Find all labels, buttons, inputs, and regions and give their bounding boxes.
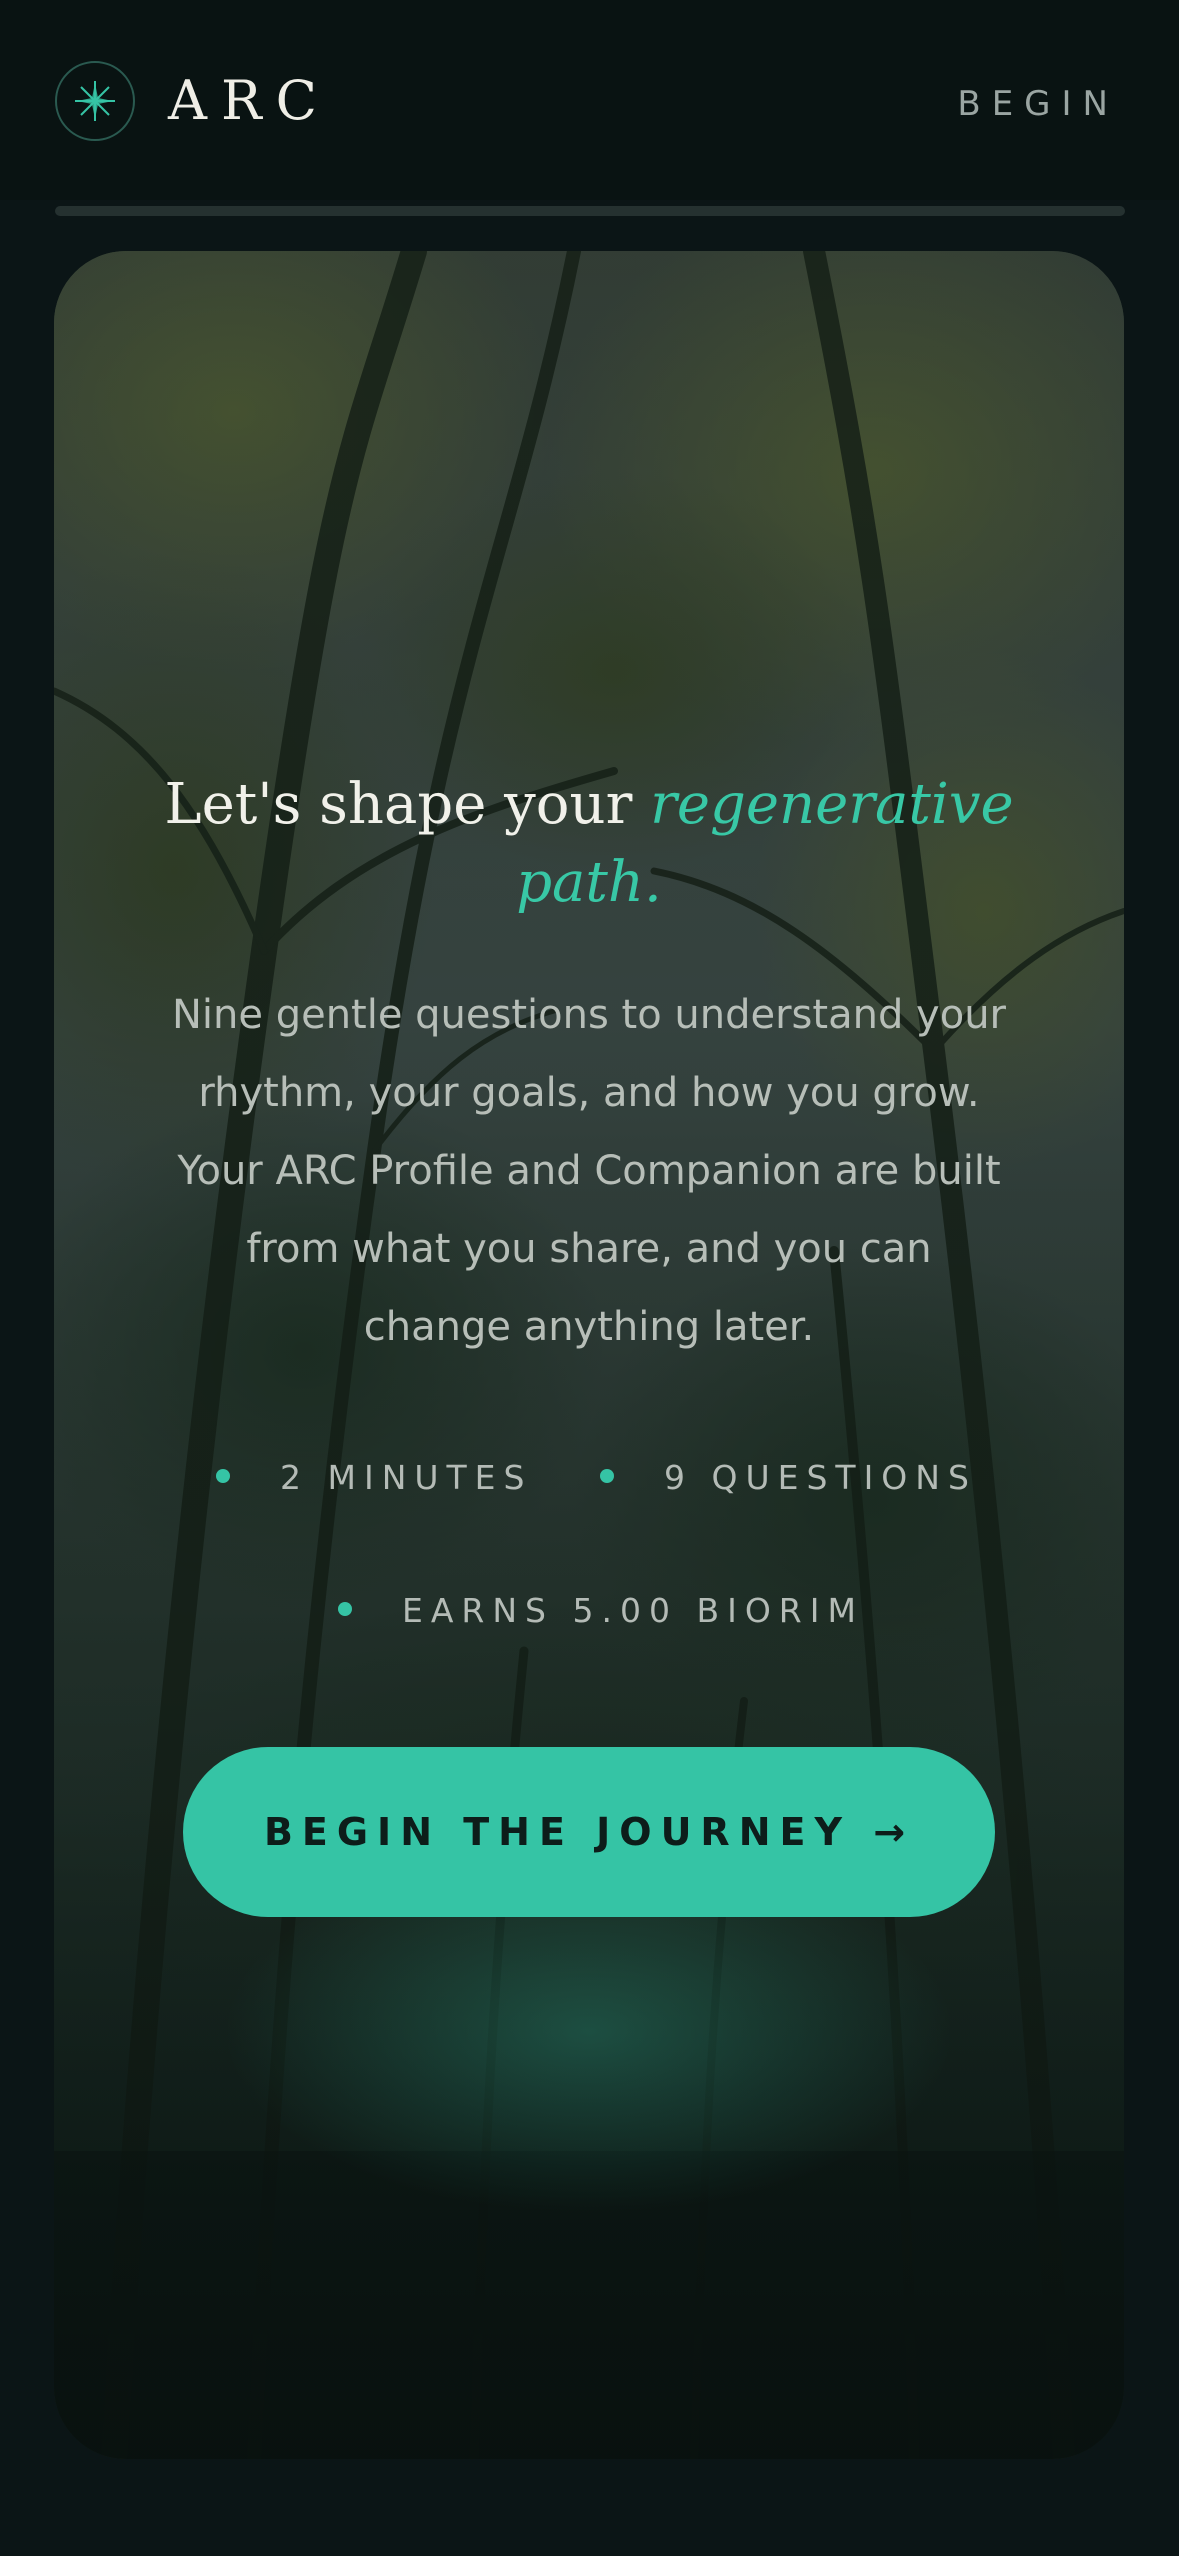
bullet-dot-icon bbox=[600, 1468, 614, 1483]
meta-questions: 9 QUESTIONS bbox=[600, 1456, 977, 1500]
meta-duration: 2 MINUTES bbox=[216, 1456, 533, 1500]
bullet-dot-icon bbox=[338, 1601, 352, 1616]
hero-content: Let's shape your regenerative path. Nine… bbox=[54, 251, 1124, 2459]
meta-duration-label: 2 MINUTES bbox=[280, 1458, 533, 1497]
meta-questions-label: 9 QUESTIONS bbox=[664, 1458, 977, 1497]
progress-bar bbox=[55, 206, 1125, 216]
hero-headline: Let's shape your regenerative path. bbox=[139, 766, 1039, 922]
brand-name: ARC bbox=[168, 69, 331, 132]
meta-reward: EARNS 5.00 BIORIM bbox=[338, 1589, 864, 1633]
headline-prefix: Let's shape your bbox=[164, 772, 651, 837]
hero-card: Let's shape your regenerative path. Nine… bbox=[54, 251, 1124, 2459]
begin-link[interactable]: BEGIN bbox=[957, 82, 1119, 126]
hero-description: Nine gentle questions to understand your… bbox=[171, 992, 1006, 1350]
app-header: ARC BEGIN bbox=[0, 0, 1179, 200]
bullet-dot-icon bbox=[216, 1468, 230, 1483]
compass-star-icon bbox=[55, 61, 135, 141]
meta-reward-label: EARNS 5.00 BIORIM bbox=[402, 1591, 864, 1630]
begin-journey-button[interactable]: BEGIN THE JOURNEY → bbox=[183, 1747, 995, 1917]
